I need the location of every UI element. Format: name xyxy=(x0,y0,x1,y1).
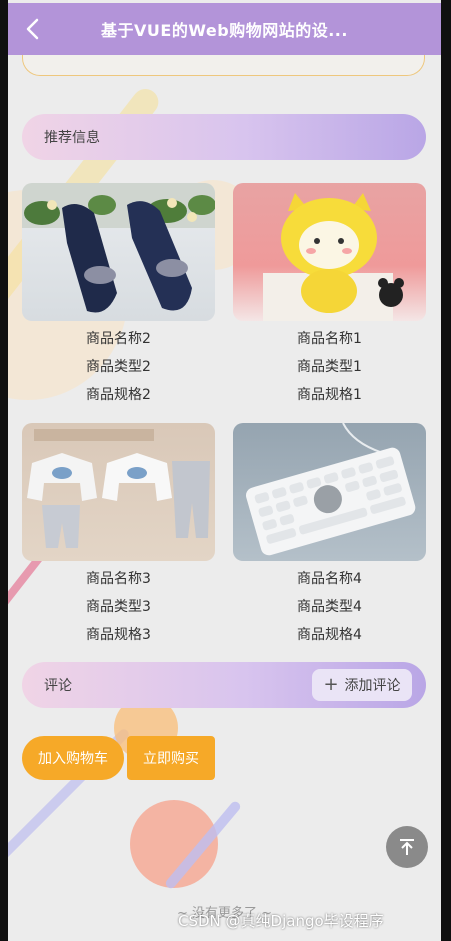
page-title: 基于VUE的Web购物网站的设... xyxy=(101,21,348,40)
product-name: 商品名称2 xyxy=(86,331,151,347)
product-type: 商品类型1 xyxy=(297,359,362,375)
back-button[interactable] xyxy=(18,15,46,43)
product-info: 商品名称2 商品类型2 商品规格2 xyxy=(22,325,215,409)
product-image-toy[interactable] xyxy=(233,183,426,321)
shoes-illustration xyxy=(22,183,215,313)
top-navbar: 基于VUE的Web购物网站的设... xyxy=(8,3,441,55)
product-card[interactable]: 商品名称3 商品类型3 商品规格3 xyxy=(22,423,215,649)
action-buttons: 加入购物车 立即购买 xyxy=(22,736,215,780)
buy-now-button[interactable]: 立即购买 xyxy=(127,736,215,780)
recommend-title: 推荐信息 xyxy=(44,130,100,146)
comment-title: 评论 xyxy=(44,678,72,694)
product-card[interactable]: 商品名称1 商品类型1 商品规格1 xyxy=(233,183,426,409)
chevron-left-icon xyxy=(26,18,39,40)
clothes-illustration xyxy=(27,429,210,548)
phone-screen: 基于VUE的Web购物网站的设... 推荐信息 商品名称2 商品类型2 商品规格… xyxy=(8,0,441,941)
product-image-shoes[interactable] xyxy=(22,183,215,321)
add-to-cart-button[interactable]: 加入购物车 xyxy=(22,736,124,780)
scroll-to-top-button[interactable] xyxy=(386,826,428,868)
watermark: CSDN @真纯Django毕设程序 xyxy=(178,912,384,930)
product-image-clothes[interactable] xyxy=(22,423,215,561)
product-spec: 商品规格1 xyxy=(297,387,362,403)
add-comment-label: 添加评论 xyxy=(344,678,401,694)
product-type: 商品类型4 xyxy=(297,599,362,615)
comment-section-header: 评论 + 添加评论 xyxy=(22,662,426,708)
product-info: 商品名称4 商品类型4 商品规格4 xyxy=(233,565,426,649)
product-info: 商品名称3 商品类型3 商品规格3 xyxy=(22,565,215,649)
decor-stripe xyxy=(163,799,243,891)
product-name: 商品名称4 xyxy=(297,571,362,587)
recommend-section-header: 推荐信息 xyxy=(22,114,426,160)
keyboard-illustration xyxy=(245,423,416,556)
product-name: 商品名称1 xyxy=(297,331,362,347)
product-name: 商品名称3 xyxy=(86,571,151,587)
product-image-keyboard[interactable] xyxy=(233,423,426,561)
product-spec: 商品规格2 xyxy=(86,387,151,403)
add-comment-button[interactable]: + 添加评论 xyxy=(312,669,412,701)
product-spec: 商品规格3 xyxy=(86,627,151,643)
product-info: 商品名称1 商品类型1 商品规格1 xyxy=(233,325,426,409)
product-card[interactable]: 商品名称2 商品类型2 商品规格2 xyxy=(22,183,215,409)
product-type: 商品类型2 xyxy=(86,359,151,375)
product-card[interactable]: 商品名称4 商品类型4 商品规格4 xyxy=(233,423,426,649)
decor-circle xyxy=(130,800,218,888)
arrow-up-icon xyxy=(400,839,414,855)
toy-illustration xyxy=(263,193,404,321)
product-spec: 商品规格4 xyxy=(297,627,362,643)
product-type: 商品类型3 xyxy=(86,599,151,615)
plus-icon: + xyxy=(323,674,339,695)
